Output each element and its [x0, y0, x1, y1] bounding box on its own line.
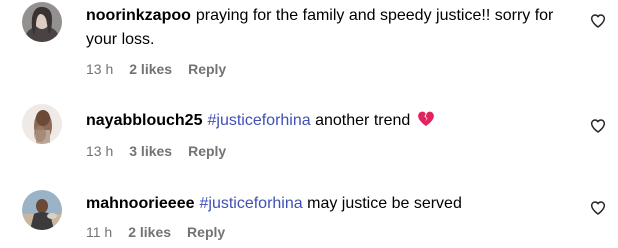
like-button[interactable]	[590, 118, 606, 134]
avatar[interactable]	[22, 2, 62, 42]
comment-text-line: mahnoorieeee #justiceforhina may justice …	[86, 192, 576, 216]
comment-meta: 13 h 2 likes Reply	[86, 61, 576, 77]
comment-likes[interactable]: 2 likes	[128, 224, 171, 240]
heart-outline-icon	[590, 119, 606, 133]
comment-text-line: noorinkzapoo praying for the family and s…	[86, 4, 576, 52]
comment-time[interactable]: 13 h	[86, 143, 113, 159]
reply-button[interactable]: Reply	[188, 61, 226, 77]
avatar-image	[22, 104, 62, 144]
reply-button[interactable]: Reply	[188, 143, 226, 159]
comment-username[interactable]: noorinkzapoo	[86, 7, 191, 24]
avatar[interactable]	[22, 104, 62, 144]
comment-text: another trend	[315, 112, 411, 129]
comment-meta: 13 h 3 likes Reply	[86, 143, 576, 159]
comment-text-line: nayabblouch25 #justiceforhina another tre…	[86, 109, 576, 135]
comment-time[interactable]: 13 h	[86, 61, 113, 77]
comment-likes[interactable]: 2 likes	[129, 61, 172, 77]
comment-username[interactable]: nayabblouch25	[86, 112, 202, 129]
like-button[interactable]	[590, 13, 606, 29]
comment-body: mahnoorieeee #justiceforhina may justice …	[86, 192, 576, 240]
comment-hashtag-link[interactable]: #justiceforhina	[207, 112, 310, 129]
comment-hashtag-link[interactable]: #justiceforhina	[199, 195, 302, 212]
like-button[interactable]	[590, 200, 606, 216]
heart-outline-icon	[590, 14, 606, 28]
avatar-image	[22, 190, 62, 230]
comment-text: may justice be served	[307, 195, 462, 212]
comment-body: noorinkzapoo praying for the family and s…	[86, 4, 576, 77]
avatar-image	[22, 2, 62, 42]
comment-meta: 11 h 2 likes Reply	[86, 224, 576, 240]
avatar[interactable]	[22, 190, 62, 230]
comment-body: nayabblouch25 #justiceforhina another tre…	[86, 109, 576, 159]
comment-likes[interactable]: 3 likes	[129, 143, 172, 159]
reply-button[interactable]: Reply	[187, 224, 225, 240]
heart-outline-icon	[590, 201, 606, 215]
broken-heart-icon	[417, 110, 435, 135]
comment-username[interactable]: mahnoorieeee	[86, 195, 194, 212]
comment-time[interactable]: 11 h	[86, 224, 112, 240]
